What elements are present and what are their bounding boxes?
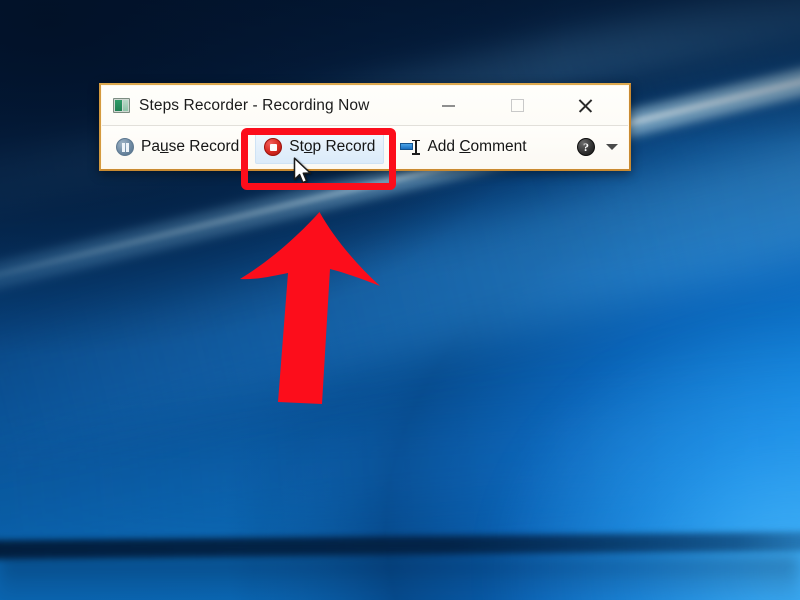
minimize-button[interactable] [425, 86, 471, 125]
title-bar[interactable]: Steps Recorder - Recording Now [102, 86, 628, 126]
minimize-icon [441, 104, 455, 107]
pause-icon [116, 138, 134, 156]
screen: Steps Recorder - Recording Now Pause Rec… [0, 0, 800, 600]
add-comment-icon [400, 139, 420, 155]
close-button[interactable] [562, 86, 608, 125]
steps-recorder-icon [113, 98, 130, 113]
help-group: ? [577, 138, 618, 156]
maximize-icon [510, 99, 524, 112]
close-icon [578, 98, 593, 113]
add-comment-label: Add Comment [427, 138, 527, 155]
add-comment-button[interactable]: Add Comment [392, 130, 534, 164]
help-icon[interactable]: ? [577, 138, 595, 156]
chevron-down-icon[interactable] [606, 144, 618, 150]
stop-record-highlight [241, 128, 396, 190]
window-title: Steps Recorder - Recording Now [139, 96, 370, 114]
pause-record-button[interactable]: Pause Record [108, 130, 247, 164]
pause-record-label: Pause Record [141, 138, 240, 155]
maximize-button[interactable] [494, 86, 540, 125]
